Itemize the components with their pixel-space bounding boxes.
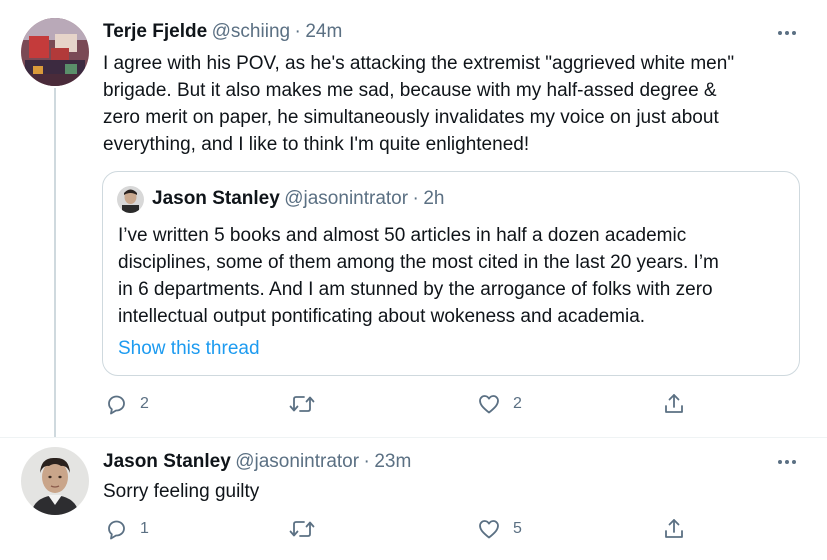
tweet-text-line: brigade. But it also makes me sad, becau… — [103, 80, 717, 101]
tweet-text-line: everything, and I like to think I'm quit… — [103, 134, 530, 155]
reply-button[interactable]: 1 — [104, 517, 149, 541]
like-count: 2 — [513, 395, 522, 412]
quoted-text-line: disciplines, some of them among the most… — [118, 252, 719, 273]
tweet2-header: Jason Stanley @jasonintrator · 23m — [103, 451, 411, 473]
retweet-button[interactable] — [288, 517, 328, 541]
tweet1-text: I agree with his POV, as he's attacking … — [103, 50, 803, 158]
tweet1-header: Terje Fjelde @schiing · 24m — [103, 21, 342, 43]
quoted-tweet-text: I’ve written 5 books and almost 50 artic… — [118, 222, 793, 330]
separator-dot: · — [363, 451, 370, 472]
more-icon[interactable] — [776, 451, 806, 471]
separator-dot: · — [412, 188, 419, 209]
thread-connector-line — [54, 88, 56, 438]
share-button[interactable] — [662, 517, 686, 541]
like-button[interactable]: 5 — [477, 517, 522, 541]
like-button[interactable]: 2 — [477, 392, 522, 416]
quoted-timestamp: 2h — [423, 188, 445, 209]
more-icon[interactable] — [776, 22, 806, 42]
separator-dot: · — [294, 21, 301, 42]
heart-icon — [479, 520, 499, 539]
share-icon — [665, 519, 683, 538]
reply-count: 1 — [140, 520, 149, 537]
reply-icon — [108, 520, 125, 540]
avatar-jason-stanley[interactable] — [21, 447, 89, 515]
quoted-author-name: Jason Stanley — [152, 188, 280, 209]
author-handle[interactable]: @jasonintrator — [235, 451, 359, 472]
heart-icon — [479, 395, 499, 414]
reply-icon — [108, 395, 125, 415]
tweet-divider — [0, 437, 827, 438]
quoted-text-line: I’ve written 5 books and almost 50 artic… — [118, 225, 687, 246]
author-handle[interactable]: @schiing — [212, 21, 290, 42]
reply-count: 2 — [140, 395, 149, 412]
share-button[interactable] — [662, 392, 686, 416]
quoted-text-line: intellectual output pontificating about … — [118, 306, 646, 327]
tweet2-text: Sorry feeling guilty — [103, 481, 260, 502]
quoted-author-handle: @jasonintrator — [284, 188, 409, 209]
retweet-button[interactable] — [288, 392, 328, 416]
author-name[interactable]: Jason Stanley — [103, 451, 231, 472]
tweet-timestamp[interactable]: 23m — [374, 451, 411, 472]
reply-button[interactable]: 2 — [104, 392, 149, 416]
retweet-icon — [289, 521, 315, 537]
avatar-jason-stanley-small — [117, 186, 144, 213]
quoted-tweet-header: Jason Stanley @jasonintrator · 2h — [152, 188, 444, 210]
share-icon — [665, 394, 683, 413]
avatar-terje-fjelde[interactable] — [21, 18, 89, 86]
tweet-text-line: I agree with his POV, as he's attacking … — [103, 53, 735, 74]
quoted-text-line: in 6 departments. And I am stunned by th… — [118, 279, 713, 300]
tweet-timestamp[interactable]: 24m — [305, 21, 342, 42]
like-count: 5 — [513, 520, 522, 537]
author-name[interactable]: Terje Fjelde — [103, 21, 207, 42]
tweet-text-line: zero merit on paper, he simultaneously i… — [103, 107, 719, 128]
show-thread-link[interactable]: Show this thread — [118, 338, 260, 360]
retweet-icon — [289, 396, 315, 412]
